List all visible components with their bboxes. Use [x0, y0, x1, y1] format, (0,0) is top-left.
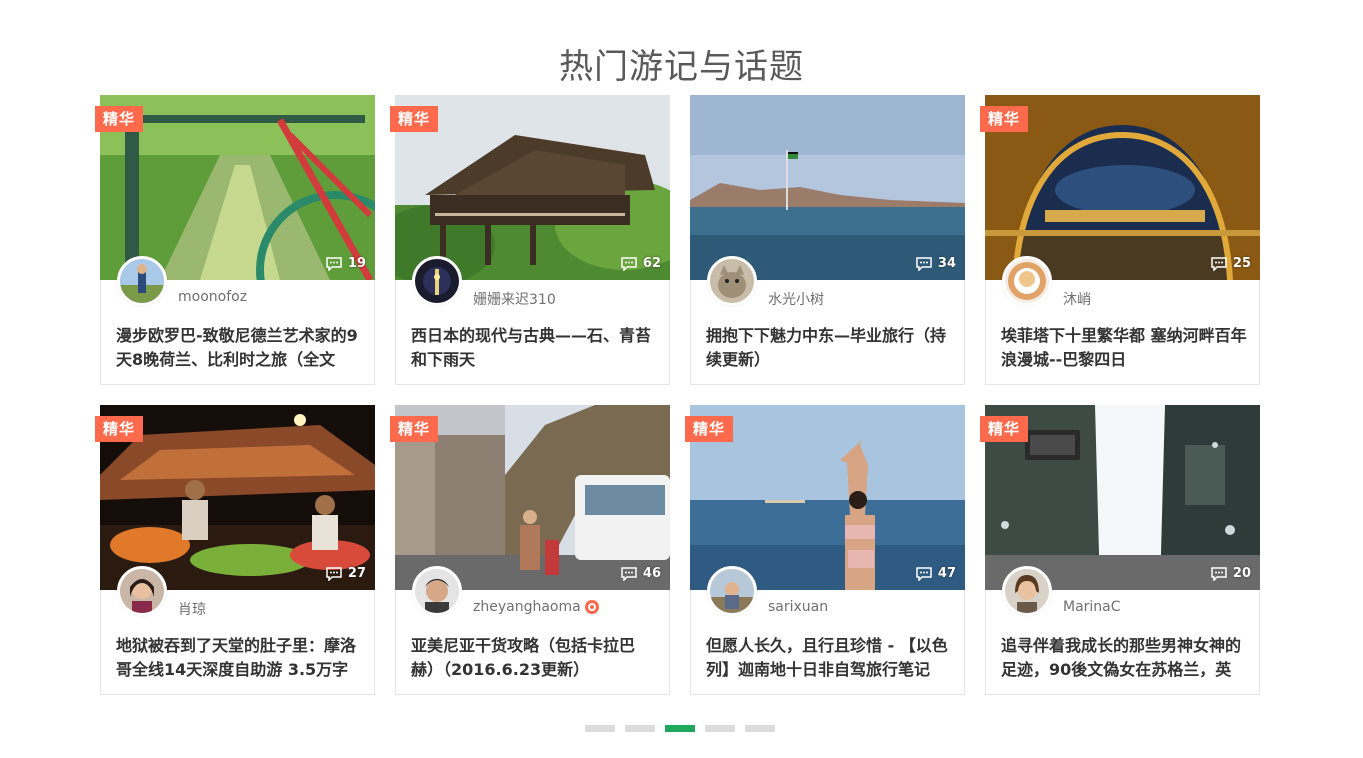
avatar[interactable] — [412, 256, 462, 306]
comment-count: 34 — [916, 256, 956, 271]
author-name-text[interactable]: 姗姗来迟310 — [473, 289, 556, 309]
author-name[interactable]: zheyanghaoma — [473, 599, 599, 615]
pager-dot[interactable] — [625, 725, 655, 732]
featured-badge: 精华 — [390, 106, 439, 132]
pager-dot[interactable] — [745, 725, 775, 732]
comment-icon — [326, 256, 342, 271]
author-name[interactable]: MarinaC — [1063, 599, 1121, 615]
author-name[interactable]: 肖琼 — [178, 599, 206, 619]
avatar[interactable] — [412, 566, 462, 616]
avatar[interactable] — [1002, 256, 1052, 306]
avatar[interactable] — [707, 256, 757, 306]
card-grid: 精华 19 moonofoz 漫步欧罗巴-致敬尼德兰艺术家的9天8晚荷兰、比利时… — [95, 95, 1260, 695]
comment-count-value: 19 — [347, 256, 366, 271]
comment-count: 47 — [916, 566, 956, 581]
comment-icon — [326, 566, 342, 581]
comment-count-value: 27 — [347, 566, 366, 581]
comment-count: 27 — [326, 566, 366, 581]
author-name[interactable]: 水光小树 — [768, 289, 824, 309]
comment-icon — [916, 256, 932, 271]
pager-dot[interactable] — [705, 725, 735, 732]
featured-badge: 精华 — [390, 416, 439, 442]
comment-count: 62 — [621, 256, 661, 271]
featured-badge: 精华 — [980, 416, 1029, 442]
card-title[interactable]: 漫步欧罗巴-致敬尼德兰艺术家的9天8晚荷兰、比利时之旅（全文 — [116, 324, 364, 372]
travelogue-card[interactable]: 精华 20 MarinaC 追寻伴着我成长的那些男神女神的足迹，90後文偽女在苏… — [980, 405, 1260, 695]
card-title[interactable]: 追寻伴着我成长的那些男神女神的足迹，90後文偽女在苏格兰，英 — [1001, 634, 1249, 682]
comment-count: 20 — [1211, 566, 1251, 581]
comment-icon — [1211, 566, 1227, 581]
author-name[interactable]: sarixuan — [768, 599, 828, 615]
author-name-text[interactable]: sarixuan — [768, 599, 828, 615]
featured-badge: 精华 — [95, 106, 144, 132]
author-name-text[interactable]: zheyanghaoma — [473, 599, 581, 615]
comment-icon — [621, 256, 637, 271]
comment-count-value: 20 — [1232, 566, 1251, 581]
travelogue-card[interactable]: 34 水光小树 拥抱下下魅力中东—毕业旅行（持续更新） — [690, 95, 965, 385]
comment-count: 19 — [326, 256, 366, 271]
comment-count-value: 47 — [937, 566, 956, 581]
comment-icon — [1211, 256, 1227, 271]
comment-count: 25 — [1211, 256, 1251, 271]
travelogue-card[interactable]: 精华 46 zheyanghaoma 亚美尼亚干货攻略（包括卡拉巴赫）（2016… — [390, 405, 670, 695]
comment-count-value: 62 — [642, 256, 661, 271]
travelogue-card[interactable]: 精华 27 肖琼 地狱被吞到了天堂的肚子里：摩洛哥全线14天深度自助游 3.5万… — [95, 405, 375, 695]
author-name-text[interactable]: 肖琼 — [178, 599, 206, 619]
author-name-text[interactable]: moonofoz — [178, 289, 247, 305]
card-title[interactable]: 亚美尼亚干货攻略（包括卡拉巴赫）（2016.6.23更新） — [411, 634, 659, 682]
featured-badge: 精华 — [980, 106, 1029, 132]
carousel-pager — [585, 725, 775, 732]
featured-badge: 精华 — [95, 416, 144, 442]
comment-count-value: 25 — [1232, 256, 1251, 271]
comment-icon — [916, 566, 932, 581]
avatar[interactable] — [707, 566, 757, 616]
card-title[interactable]: 地狱被吞到了天堂的肚子里：摩洛哥全线14天深度自助游 3.5万字详 — [116, 634, 364, 682]
comment-count: 46 — [621, 566, 661, 581]
pager-dot[interactable] — [585, 725, 615, 732]
author-name-text[interactable]: 沐峭 — [1063, 289, 1091, 309]
section-title: 热门游记与话题 — [559, 46, 804, 87]
travelogue-card[interactable]: 精华 47 sarixuan 但愿人长久，且行且珍惜 - 【以色列】迦南地十日非… — [685, 405, 965, 695]
travelogue-card[interactable]: 精华 25 沐峭 埃菲塔下十里繁华都 塞纳河畔百年浪漫城--巴黎四日 — [980, 95, 1260, 385]
card-title[interactable]: 西日本的现代与古典——石、青苔和下雨天 — [411, 324, 659, 372]
comment-icon — [621, 566, 637, 581]
featured-badge: 精华 — [685, 416, 734, 442]
avatar[interactable] — [1002, 566, 1052, 616]
author-name-text[interactable]: MarinaC — [1063, 599, 1121, 615]
comment-count-value: 46 — [642, 566, 661, 581]
verified-icon — [584, 600, 599, 614]
travelogue-card[interactable]: 精华 19 moonofoz 漫步欧罗巴-致敬尼德兰艺术家的9天8晚荷兰、比利时… — [95, 95, 375, 385]
author-name-text[interactable]: 水光小树 — [768, 289, 824, 309]
author-name[interactable]: 沐峭 — [1063, 289, 1091, 309]
card-title[interactable]: 埃菲塔下十里繁华都 塞纳河畔百年浪漫城--巴黎四日 — [1001, 324, 1249, 372]
pager-dot-active[interactable] — [665, 725, 695, 732]
avatar[interactable] — [117, 256, 167, 306]
travelogue-card[interactable]: 精华 62 姗姗来迟310 西日本的现代与古典——石、青苔和下雨天 — [390, 95, 670, 385]
card-title[interactable]: 但愿人长久，且行且珍惜 - 【以色列】迦南地十日非自驾旅行笔记 — [706, 634, 954, 682]
author-name[interactable]: 姗姗来迟310 — [473, 289, 556, 309]
card-title[interactable]: 拥抱下下魅力中东—毕业旅行（持续更新） — [706, 324, 954, 372]
avatar[interactable] — [117, 566, 167, 616]
card-photo[interactable] — [690, 95, 965, 280]
comment-count-value: 34 — [937, 256, 956, 271]
author-name[interactable]: moonofoz — [178, 289, 247, 305]
